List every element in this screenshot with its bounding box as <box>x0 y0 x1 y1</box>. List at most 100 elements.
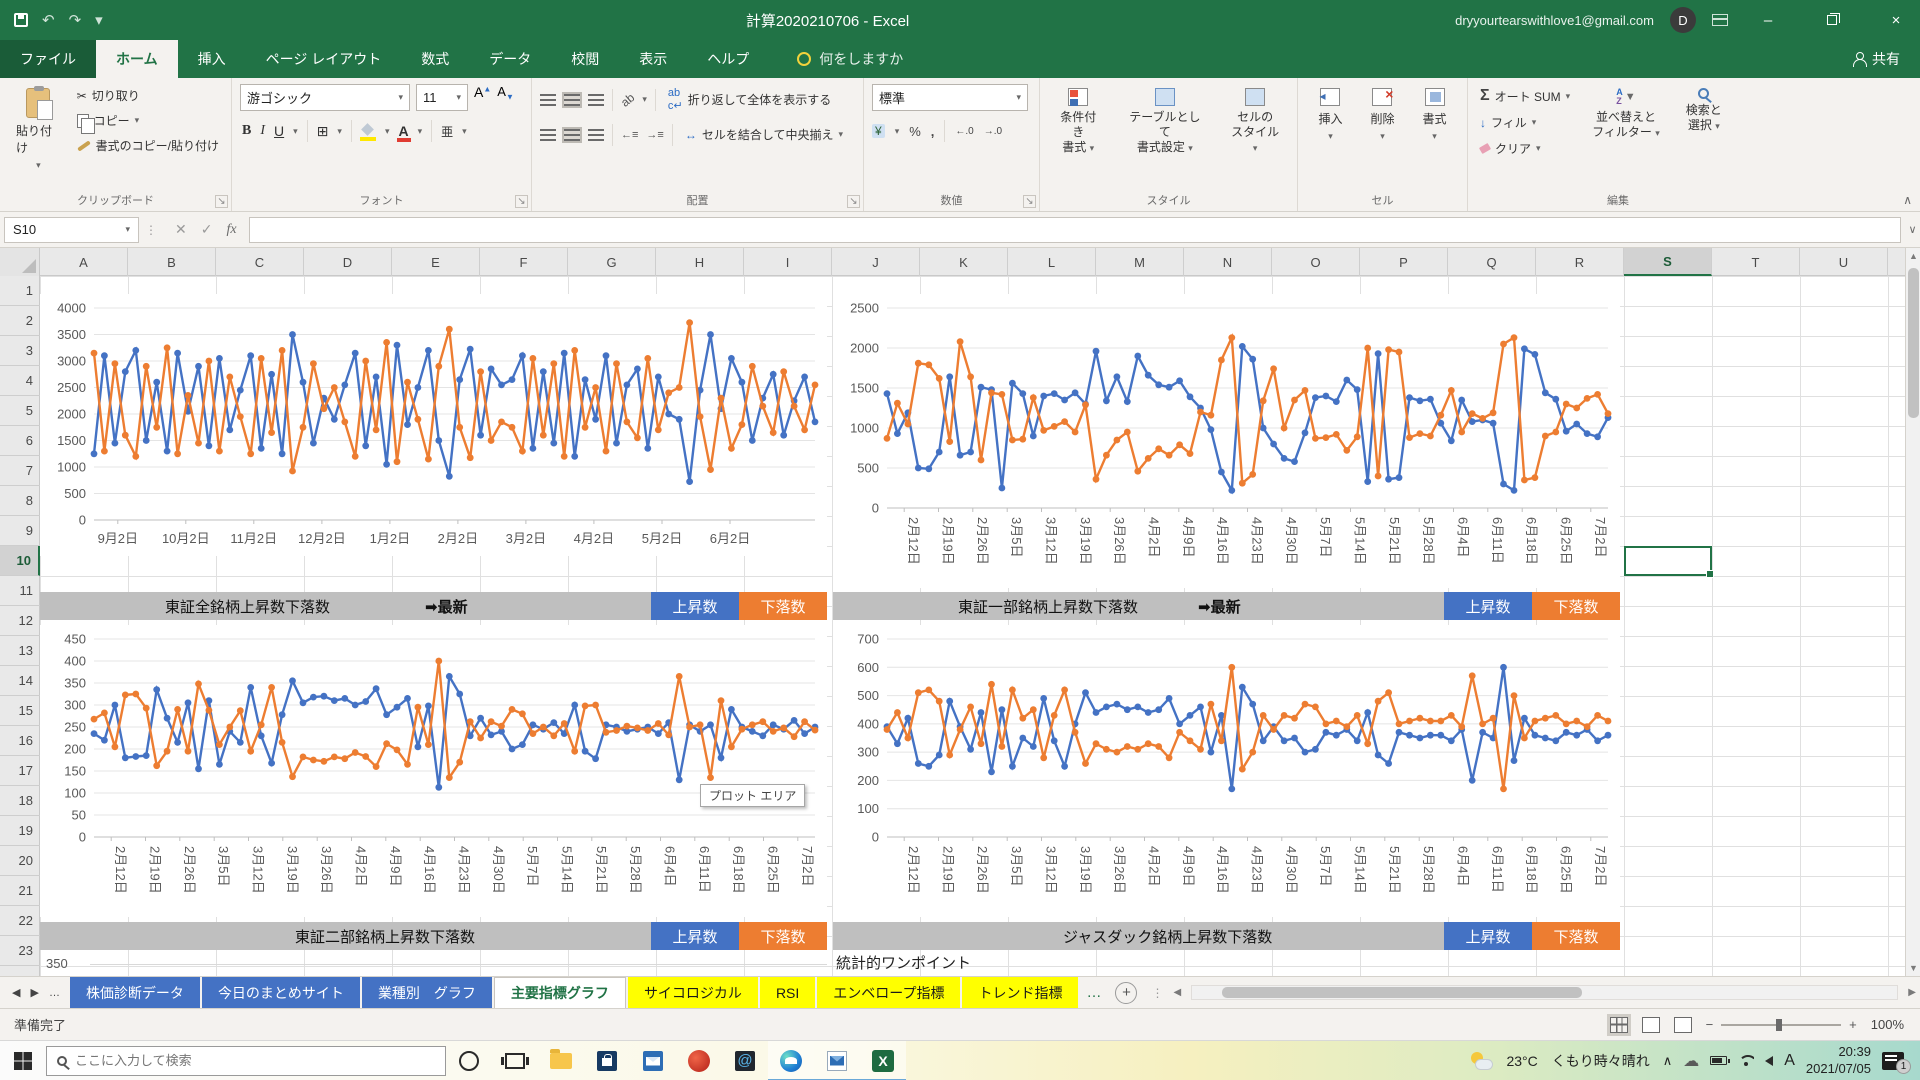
increase-font-icon[interactable]: A▲ <box>474 84 491 111</box>
zoom-level[interactable]: 100% <box>1871 1017 1904 1032</box>
accounting-chevron-icon[interactable]: ▾ <box>895 126 900 137</box>
row-header-21[interactable]: 21 <box>0 876 40 906</box>
column-header-O[interactable]: O <box>1272 248 1360 276</box>
column-header-A[interactable]: A <box>40 248 128 276</box>
column-header-Q[interactable]: Q <box>1448 248 1536 276</box>
phonetic-chevron-icon[interactable]: ▾ <box>462 126 467 137</box>
fill-color-icon[interactable] <box>361 125 376 137</box>
task-view-button[interactable] <box>492 1041 538 1080</box>
borders-chevron-icon[interactable]: ▾ <box>337 126 342 137</box>
orientation-icon[interactable]: ab <box>618 90 637 109</box>
paste-button[interactable]: 貼り付け ▾ <box>8 84 69 175</box>
sort-filter-button[interactable]: AZ▼ 並べ替えとフィルター ▾ <box>1584 84 1668 160</box>
weather-text[interactable]: 23°C くもり時々晴れ <box>1506 1051 1649 1071</box>
legend-down-button[interactable]: 下落数 <box>739 922 827 950</box>
sheet-tab-主要指標グラフ[interactable]: 主要指標グラフ <box>494 977 626 1009</box>
tab-page-layout[interactable]: ページ レイアウト <box>246 40 402 78</box>
zoom-track[interactable] <box>1721 1024 1841 1026</box>
tab-insert[interactable]: 挿入 <box>178 40 246 78</box>
font-color-icon[interactable]: A <box>398 123 408 139</box>
row-header-16[interactable]: 16 <box>0 726 40 756</box>
format-cells-button[interactable]: 書式▾ <box>1415 84 1455 191</box>
zoom-out-icon[interactable]: − <box>1706 1017 1714 1032</box>
normal-view-icon[interactable] <box>1610 1017 1628 1033</box>
sheet-tabs-more[interactable]: … <box>1080 984 1107 1001</box>
edge-button[interactable] <box>768 1041 814 1080</box>
row-header-10[interactable]: 10 <box>0 546 40 576</box>
number-dialog-launcher[interactable]: ↘ <box>1023 195 1036 208</box>
enter-formula-icon[interactable]: ✓ <box>201 221 213 238</box>
hscroll-left-icon[interactable]: ◀ <box>1169 987 1185 998</box>
sheet-tab-エンベロープ指標[interactable]: エンベロープ指標 <box>817 977 960 1009</box>
account-avatar[interactable]: D <box>1670 7 1696 33</box>
legend-up-button[interactable]: 上昇数 <box>651 592 739 620</box>
alignment-dialog-launcher[interactable]: ↘ <box>847 195 860 208</box>
row-header-20[interactable]: 20 <box>0 846 40 876</box>
align-middle-icon[interactable] <box>564 94 580 106</box>
close-button[interactable]: × <box>1872 0 1920 40</box>
sheet-nav-left-icon[interactable]: ◀ <box>12 986 20 999</box>
row-header-7[interactable]: 7 <box>0 456 40 486</box>
onedrive-icon[interactable]: ☁ <box>1683 1051 1699 1071</box>
tell-me-search[interactable]: 何をしますか <box>797 49 903 78</box>
share-button[interactable]: 共有 <box>1852 49 1920 78</box>
row-header-19[interactable]: 19 <box>0 816 40 846</box>
save-icon[interactable] <box>14 13 28 27</box>
show-hidden-icons[interactable]: ∧ <box>1663 1053 1673 1069</box>
align-center-icon[interactable] <box>564 129 580 141</box>
account-email[interactable]: dryyourtearswithlove1@gmail.com <box>1455 13 1654 28</box>
wifi-icon[interactable] <box>1738 1055 1754 1067</box>
row-header-5[interactable]: 5 <box>0 396 40 426</box>
delete-cells-button[interactable]: 削除▾ <box>1362 84 1402 191</box>
battery-icon[interactable] <box>1710 1056 1727 1065</box>
number-format-select[interactable]: 標準▾ <box>872 84 1028 111</box>
restore-button[interactable] <box>1808 0 1856 40</box>
column-header-H[interactable]: H <box>656 248 744 276</box>
align-top-icon[interactable] <box>540 94 556 106</box>
column-header-L[interactable]: L <box>1008 248 1096 276</box>
legend-up-button[interactable]: 上昇数 <box>651 922 739 950</box>
cancel-formula-icon[interactable]: ✕ <box>175 221 187 238</box>
cut-button[interactable]: ✂切り取り <box>73 84 223 107</box>
cortana-button[interactable] <box>446 1041 492 1080</box>
ime-indicator[interactable]: A <box>1784 1052 1795 1070</box>
row-header-23[interactable]: 23 <box>0 936 40 966</box>
column-header-B[interactable]: B <box>128 248 216 276</box>
at-app-button[interactable]: @ <box>722 1041 768 1080</box>
column-header-J[interactable]: J <box>832 248 920 276</box>
decrease-indent-icon[interactable]: ←≡ <box>621 129 638 141</box>
row-header-22[interactable]: 22 <box>0 906 40 936</box>
zoom-thumb[interactable] <box>1776 1019 1782 1031</box>
find-select-button[interactable]: 検索と選択 ▾ <box>1678 84 1730 160</box>
column-header-G[interactable]: G <box>568 248 656 276</box>
autosum-button[interactable]: Σオート SUM▾ <box>1476 84 1574 108</box>
cell-styles-button[interactable]: セルのスタイル ▾ <box>1221 84 1289 191</box>
column-header-T[interactable]: T <box>1712 248 1800 276</box>
horizontal-scrollbar[interactable] <box>1191 985 1898 1000</box>
row-header-2[interactable]: 2 <box>0 306 40 336</box>
sheet-tab-業種別 グラフ[interactable]: 業種別 グラフ <box>362 977 492 1009</box>
row-header-18[interactable]: 18 <box>0 786 40 816</box>
minimize-button[interactable]: – <box>1744 0 1792 40</box>
column-header-F[interactable]: F <box>480 248 568 276</box>
sheet-tab-サイコロジカル[interactable]: サイコロジカル <box>628 977 758 1009</box>
column-header-N[interactable]: N <box>1184 248 1272 276</box>
excel-taskbar-button[interactable]: X <box>860 1041 906 1080</box>
scroll-down-icon[interactable]: ▼ <box>1906 960 1920 976</box>
column-header-M[interactable]: M <box>1096 248 1184 276</box>
wrap-text-button[interactable]: abc↵折り返して全体を表示する <box>664 84 835 115</box>
page-break-view-icon[interactable] <box>1674 1017 1692 1033</box>
vertical-scroll-thumb[interactable] <box>1908 268 1919 418</box>
chart-tse-all[interactable]: 050010001500200025003000350040009月2日10月2… <box>40 294 827 556</box>
borders-icon[interactable]: ⊞ <box>317 123 329 140</box>
collapse-ribbon-icon[interactable]: ∧ <box>1903 193 1912 207</box>
column-header-U[interactable]: U <box>1800 248 1888 276</box>
column-header-S[interactable]: S <box>1624 248 1712 276</box>
tab-data[interactable]: データ <box>469 40 551 78</box>
font-color-chevron-icon[interactable]: ▾ <box>418 126 423 137</box>
accounting-format-icon[interactable]: ¥ <box>872 124 885 138</box>
tab-help[interactable]: ヘルプ <box>687 40 769 78</box>
font-size-select[interactable]: 11▾ <box>416 84 468 111</box>
tab-file[interactable]: ファイル <box>0 40 96 78</box>
bold-button[interactable]: B <box>242 123 251 139</box>
